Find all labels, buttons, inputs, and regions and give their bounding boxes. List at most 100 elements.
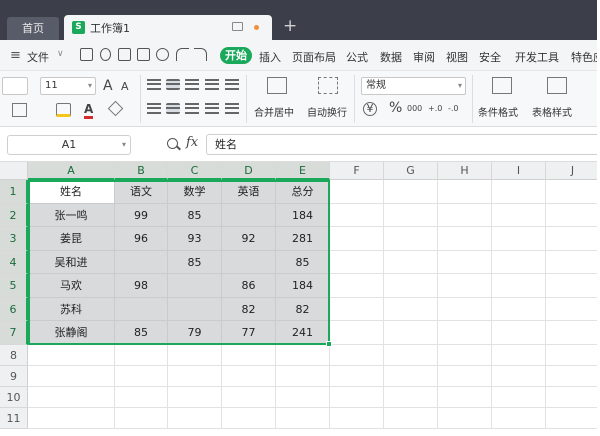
percent-icon[interactable]: % xyxy=(389,101,402,115)
cell-A9[interactable] xyxy=(28,365,115,387)
cell-B8[interactable] xyxy=(115,344,168,366)
tab-features[interactable]: 特色应 xyxy=(571,49,600,65)
merge-center-icon[interactable] xyxy=(267,77,287,94)
font-name-select[interactable] xyxy=(2,77,28,95)
cell-H8[interactable] xyxy=(438,344,492,366)
cell-G4[interactable] xyxy=(384,250,438,274)
cell-J11[interactable] xyxy=(546,407,600,429)
table-style-button[interactable]: 表格样式 xyxy=(532,104,572,119)
cell-B6[interactable] xyxy=(115,297,168,321)
cell-D3[interactable]: 92 xyxy=(222,227,276,251)
cell-G2[interactable] xyxy=(384,203,438,227)
row-header[interactable]: 2 xyxy=(0,203,28,227)
save-icon[interactable] xyxy=(80,48,93,61)
cell-A6[interactable]: 苏科 xyxy=(28,297,115,321)
cell-B11[interactable] xyxy=(115,407,168,429)
cell-A7[interactable]: 张静阁 xyxy=(28,321,115,345)
cell-A8[interactable] xyxy=(28,344,115,366)
cell-H11[interactable] xyxy=(438,407,492,429)
cell-H2[interactable] xyxy=(438,203,492,227)
cell-D11[interactable] xyxy=(222,407,276,429)
column-header[interactable]: J xyxy=(546,162,600,180)
cell-J8[interactable] xyxy=(546,344,600,366)
cell-E1[interactable]: 总分 xyxy=(276,180,330,204)
cell-C7[interactable]: 79 xyxy=(168,321,222,345)
cell-H4[interactable] xyxy=(438,250,492,274)
name-box[interactable]: A1 ▾ xyxy=(7,135,131,155)
cell-F8[interactable] xyxy=(330,344,384,366)
merge-center-button[interactable]: 合并居中 xyxy=(254,104,294,119)
align-middle-icon[interactable] xyxy=(166,79,180,90)
cell-E7[interactable]: 241 xyxy=(276,321,330,345)
cell-E5[interactable]: 184 xyxy=(276,274,330,298)
cell-G8[interactable] xyxy=(384,344,438,366)
cell-E3[interactable]: 281 xyxy=(276,227,330,251)
indent-decrease-icon[interactable] xyxy=(205,79,219,90)
print-icon[interactable] xyxy=(118,48,131,61)
cell-F7[interactable] xyxy=(330,321,384,345)
column-header[interactable]: E xyxy=(276,162,330,180)
align-right-icon[interactable] xyxy=(185,103,199,114)
cell-H1[interactable] xyxy=(438,180,492,204)
cell-E2[interactable]: 184 xyxy=(276,203,330,227)
wrap-text-icon[interactable] xyxy=(318,77,338,94)
format-painter-icon[interactable] xyxy=(100,48,111,61)
cell-B2[interactable]: 99 xyxy=(115,203,168,227)
decrease-font-icon[interactable]: A xyxy=(121,80,129,94)
cell-H5[interactable] xyxy=(438,274,492,298)
cell-A4[interactable]: 吴和进 xyxy=(28,250,115,274)
column-header[interactable]: A xyxy=(28,162,115,180)
row-header[interactable]: 3 xyxy=(0,227,28,251)
clear-format-icon[interactable] xyxy=(107,100,124,117)
cell-E4[interactable]: 85 xyxy=(276,250,330,274)
cell-G10[interactable] xyxy=(384,386,438,408)
cell-C5[interactable] xyxy=(168,274,222,298)
conditional-format-icon[interactable] xyxy=(492,77,512,94)
justify-icon[interactable] xyxy=(205,103,219,114)
cell-F3[interactable] xyxy=(330,227,384,251)
cell-E11[interactable] xyxy=(276,407,330,429)
cell-A2[interactable]: 张一鸣 xyxy=(28,203,115,227)
cell-B7[interactable]: 85 xyxy=(115,321,168,345)
cell-F4[interactable] xyxy=(330,250,384,274)
fill-handle[interactable] xyxy=(326,341,332,347)
row-header[interactable]: 8 xyxy=(0,344,28,366)
font-color-icon[interactable]: A xyxy=(84,102,94,119)
row-header[interactable]: 1 xyxy=(0,180,28,204)
column-header[interactable]: D xyxy=(222,162,276,180)
column-header[interactable]: I xyxy=(492,162,546,180)
cell-D10[interactable] xyxy=(222,386,276,408)
cell-D1[interactable]: 英语 xyxy=(222,180,276,204)
decrease-decimal-icon[interactable]: -.0 xyxy=(448,102,459,116)
cell-G3[interactable] xyxy=(384,227,438,251)
row-header[interactable]: 7 xyxy=(0,321,28,345)
cell-F11[interactable] xyxy=(330,407,384,429)
column-header[interactable]: G xyxy=(384,162,438,180)
tab-home[interactable]: 首页 xyxy=(7,17,59,40)
cell-C1[interactable]: 数学 xyxy=(168,180,222,204)
cell-D8[interactable] xyxy=(222,344,276,366)
cell-F6[interactable] xyxy=(330,297,384,321)
file-menu[interactable]: 文件 xyxy=(27,49,49,65)
cell-G9[interactable] xyxy=(384,365,438,387)
redo-icon[interactable] xyxy=(194,48,207,61)
cell-A10[interactable] xyxy=(28,386,115,408)
font-size-select[interactable]: 11 ▾ xyxy=(40,77,96,95)
cell-D7[interactable]: 77 xyxy=(222,321,276,345)
cell-I11[interactable] xyxy=(492,407,546,429)
cell-C10[interactable] xyxy=(168,386,222,408)
borders-icon[interactable] xyxy=(12,103,27,117)
column-header[interactable]: B xyxy=(115,162,168,180)
tab-workbook[interactable]: S 工作簿1 xyxy=(64,15,272,40)
align-left-icon[interactable] xyxy=(147,103,161,114)
column-header[interactable]: F xyxy=(330,162,384,180)
cell-J9[interactable] xyxy=(546,365,600,387)
cell-I2[interactable] xyxy=(492,203,546,227)
tab-security[interactable]: 安全 xyxy=(479,49,501,65)
row-header[interactable]: 10 xyxy=(0,386,28,408)
cell-C4[interactable]: 85 xyxy=(168,250,222,274)
cell-G7[interactable] xyxy=(384,321,438,345)
column-header[interactable]: C xyxy=(168,162,222,180)
cell-I5[interactable] xyxy=(492,274,546,298)
cell-E6[interactable]: 82 xyxy=(276,297,330,321)
